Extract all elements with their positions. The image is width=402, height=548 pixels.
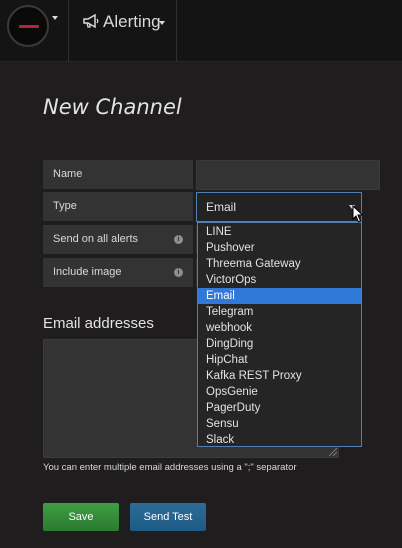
name-field[interactable]: [196, 160, 380, 190]
dropdown-option[interactable]: Telegram: [198, 304, 361, 320]
mouse-cursor-icon: [352, 205, 364, 223]
info-icon[interactable]: i: [174, 268, 183, 277]
dropdown-option[interactable]: VictorOps: [198, 272, 361, 288]
alerting-breadcrumb[interactable]: Alerting: [69, 0, 177, 62]
type-select[interactable]: Email: [196, 192, 362, 222]
type-dropdown-list: LINE Pushover Threema Gateway VictorOps Emai…: [197, 222, 362, 447]
dropdown-option[interactable]: Sensu: [198, 416, 361, 432]
email-help-text: You can enter multiple email addresses u…: [43, 462, 297, 473]
dropdown-option[interactable]: Kafka REST Proxy: [198, 368, 361, 384]
dropdown-option[interactable]: Email: [198, 288, 361, 304]
grafana-menu-button[interactable]: [0, 0, 69, 62]
dropdown-option[interactable]: OpsGenie: [198, 384, 361, 400]
send-all-label-text: Send on all alerts: [53, 233, 138, 245]
dropdown-option[interactable]: Threema Gateway: [198, 256, 361, 272]
save-button[interactable]: Save: [43, 503, 119, 531]
send-test-button[interactable]: Send Test: [130, 503, 206, 531]
chevron-down-icon: [52, 16, 58, 20]
name-label: Name: [43, 160, 193, 189]
dropdown-option[interactable]: Pushover: [198, 240, 361, 256]
info-icon[interactable]: i: [174, 235, 183, 244]
dropdown-option[interactable]: Slack: [198, 432, 361, 448]
dropdown-option[interactable]: PagerDuty: [198, 400, 361, 416]
type-select-value: Email: [206, 200, 237, 214]
resize-handle[interactable]: [329, 448, 337, 456]
logo: [7, 5, 49, 47]
type-label: Type: [43, 192, 193, 221]
dropdown-option[interactable]: DingDing: [198, 336, 361, 352]
dropdown-option[interactable]: LINE: [198, 224, 361, 240]
dropdown-option[interactable]: HipChat: [198, 352, 361, 368]
section-title: Alerting: [103, 12, 161, 31]
include-image-label-text: Include image: [53, 266, 122, 278]
dropdown-option[interactable]: webhook: [198, 320, 361, 336]
bullhorn-icon: [83, 13, 99, 29]
chevron-down-icon: [159, 21, 165, 25]
top-navbar: Alerting: [0, 0, 402, 62]
email-addresses-heading: Email addresses: [43, 315, 154, 332]
page-title: New Channel: [43, 95, 182, 119]
send-all-label: Send on all alerts i: [43, 225, 193, 254]
include-image-label: Include image i: [43, 258, 193, 287]
